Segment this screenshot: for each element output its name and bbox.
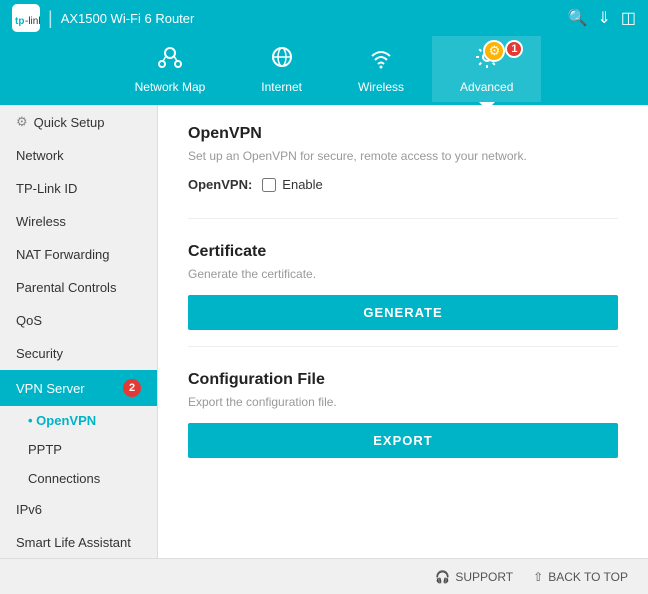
tab-wireless-label: Wireless	[358, 80, 404, 94]
back-to-top-link[interactable]: ⇧ BACK TO TOP	[533, 570, 628, 584]
section-certificate: Certificate Generate the certificate. GE…	[188, 243, 618, 347]
search-icon[interactable]: 🔍	[568, 8, 588, 28]
openvpn-field-label: OpenVPN:	[188, 177, 252, 192]
svg-text:-link: -link	[25, 16, 40, 27]
sidebar-label-openvpn: OpenVPN	[36, 413, 96, 428]
header-divider: |	[48, 8, 53, 29]
generate-button[interactable]: GENERATE	[188, 295, 618, 330]
sidebar-item-quick-setup[interactable]: ⚙ Quick Setup	[0, 105, 157, 139]
svg-text:tp: tp	[15, 16, 24, 27]
nav-tabs: Network Map Internet Wireless ⚙ 1	[0, 36, 648, 105]
network-map-icon	[157, 44, 183, 76]
sidebar-item-openvpn[interactable]: OpenVPN	[0, 406, 157, 435]
router-label: AX1500 Wi-Fi 6 Router	[61, 11, 195, 26]
openvpn-enable-label: Enable	[282, 177, 322, 192]
config-file-desc: Export the configuration file.	[188, 395, 618, 409]
sidebar-item-wireless[interactable]: Wireless	[0, 205, 157, 238]
sidebar-item-qos[interactable]: QoS	[0, 304, 157, 337]
internet-icon	[269, 44, 295, 76]
sidebar-item-vpn-server[interactable]: VPN Server 2	[0, 370, 157, 406]
sidebar-item-security[interactable]: Security	[0, 337, 157, 370]
main-layout: ⚙ Quick Setup Network TP-Link ID Wireles…	[0, 105, 648, 591]
quick-setup-icon: ⚙	[16, 114, 28, 130]
openvpn-title: OpenVPN	[188, 125, 618, 143]
user-icon[interactable]: ◫	[621, 8, 636, 28]
section-config-file: Configuration File Export the configurat…	[188, 371, 618, 474]
sidebar-item-tplink-id[interactable]: TP-Link ID	[0, 172, 157, 205]
export-button[interactable]: EXPORT	[188, 423, 618, 458]
sidebar-label-connections: Connections	[28, 471, 100, 486]
tab-internet[interactable]: Internet	[233, 36, 330, 102]
sidebar-item-parental-controls[interactable]: Parental Controls	[0, 271, 157, 304]
tplink-logo: tp -link	[12, 4, 40, 32]
sidebar-item-nat-forwarding[interactable]: NAT Forwarding	[0, 238, 157, 271]
openvpn-enable-checkbox[interactable]	[262, 178, 276, 192]
tab-advanced-label: Advanced	[460, 80, 513, 94]
sidebar-label-wireless: Wireless	[16, 214, 66, 229]
sidebar-label-pptp: PPTP	[28, 442, 62, 457]
tab-network-map-label: Network Map	[135, 80, 206, 94]
back-to-top-label: BACK TO TOP	[548, 570, 628, 584]
tab-internet-label: Internet	[261, 80, 302, 94]
openvpn-enable-area: Enable	[262, 177, 322, 192]
sidebar-label-parental-controls: Parental Controls	[16, 280, 116, 295]
sidebar-item-network[interactable]: Network	[0, 139, 157, 172]
sidebar: ⚙ Quick Setup Network TP-Link ID Wireles…	[0, 105, 158, 591]
sidebar-item-pptp[interactable]: PPTP	[0, 435, 157, 464]
gear-badge: ⚙	[483, 40, 505, 62]
config-file-title: Configuration File	[188, 371, 618, 389]
header-icons: 🔍 ⇓ ◫	[568, 8, 636, 28]
certificate-desc: Generate the certificate.	[188, 267, 618, 281]
sidebar-item-smart-life[interactable]: Smart Life Assistant	[0, 526, 157, 559]
tab-advanced[interactable]: ⚙ 1 Advanced	[432, 36, 541, 102]
sidebar-label-ipv6: IPv6	[16, 502, 42, 517]
advanced-badge: 1	[505, 40, 523, 58]
sidebar-item-connections[interactable]: Connections	[0, 464, 157, 493]
back-to-top-icon: ⇧	[533, 570, 543, 584]
header: tp -link | AX1500 Wi-Fi 6 Router 🔍 ⇓ ◫	[0, 0, 648, 36]
vpn-server-badge: 2	[123, 379, 141, 397]
wireless-icon	[368, 44, 394, 76]
section-openvpn: OpenVPN Set up an OpenVPN for secure, re…	[188, 125, 618, 219]
sidebar-item-ipv6[interactable]: IPv6	[0, 493, 157, 526]
certificate-title: Certificate	[188, 243, 618, 261]
sidebar-label-security: Security	[16, 346, 63, 361]
footer: 🎧 SUPPORT ⇧ BACK TO TOP	[0, 558, 648, 594]
sidebar-label-network: Network	[16, 148, 64, 163]
sidebar-label-quick-setup: Quick Setup	[34, 115, 105, 130]
tab-wireless[interactable]: Wireless	[330, 36, 432, 102]
content-area: OpenVPN Set up an OpenVPN for secure, re…	[158, 105, 648, 591]
download-icon[interactable]: ⇓	[597, 8, 610, 28]
openvpn-desc: Set up an OpenVPN for secure, remote acc…	[188, 149, 618, 163]
openvpn-row: OpenVPN: Enable	[188, 177, 618, 192]
sidebar-label-tplink-id: TP-Link ID	[16, 181, 77, 196]
logo-area: tp -link | AX1500 Wi-Fi 6 Router	[12, 4, 194, 32]
support-link[interactable]: 🎧 SUPPORT	[435, 570, 513, 584]
sidebar-label-qos: QoS	[16, 313, 42, 328]
sidebar-label-nat-forwarding: NAT Forwarding	[16, 247, 109, 262]
support-icon: 🎧	[435, 570, 450, 584]
sidebar-label-vpn-server: VPN Server	[16, 381, 85, 396]
support-label: SUPPORT	[455, 570, 513, 584]
tab-network-map[interactable]: Network Map	[107, 36, 234, 102]
sidebar-label-smart-life: Smart Life Assistant	[16, 535, 131, 550]
